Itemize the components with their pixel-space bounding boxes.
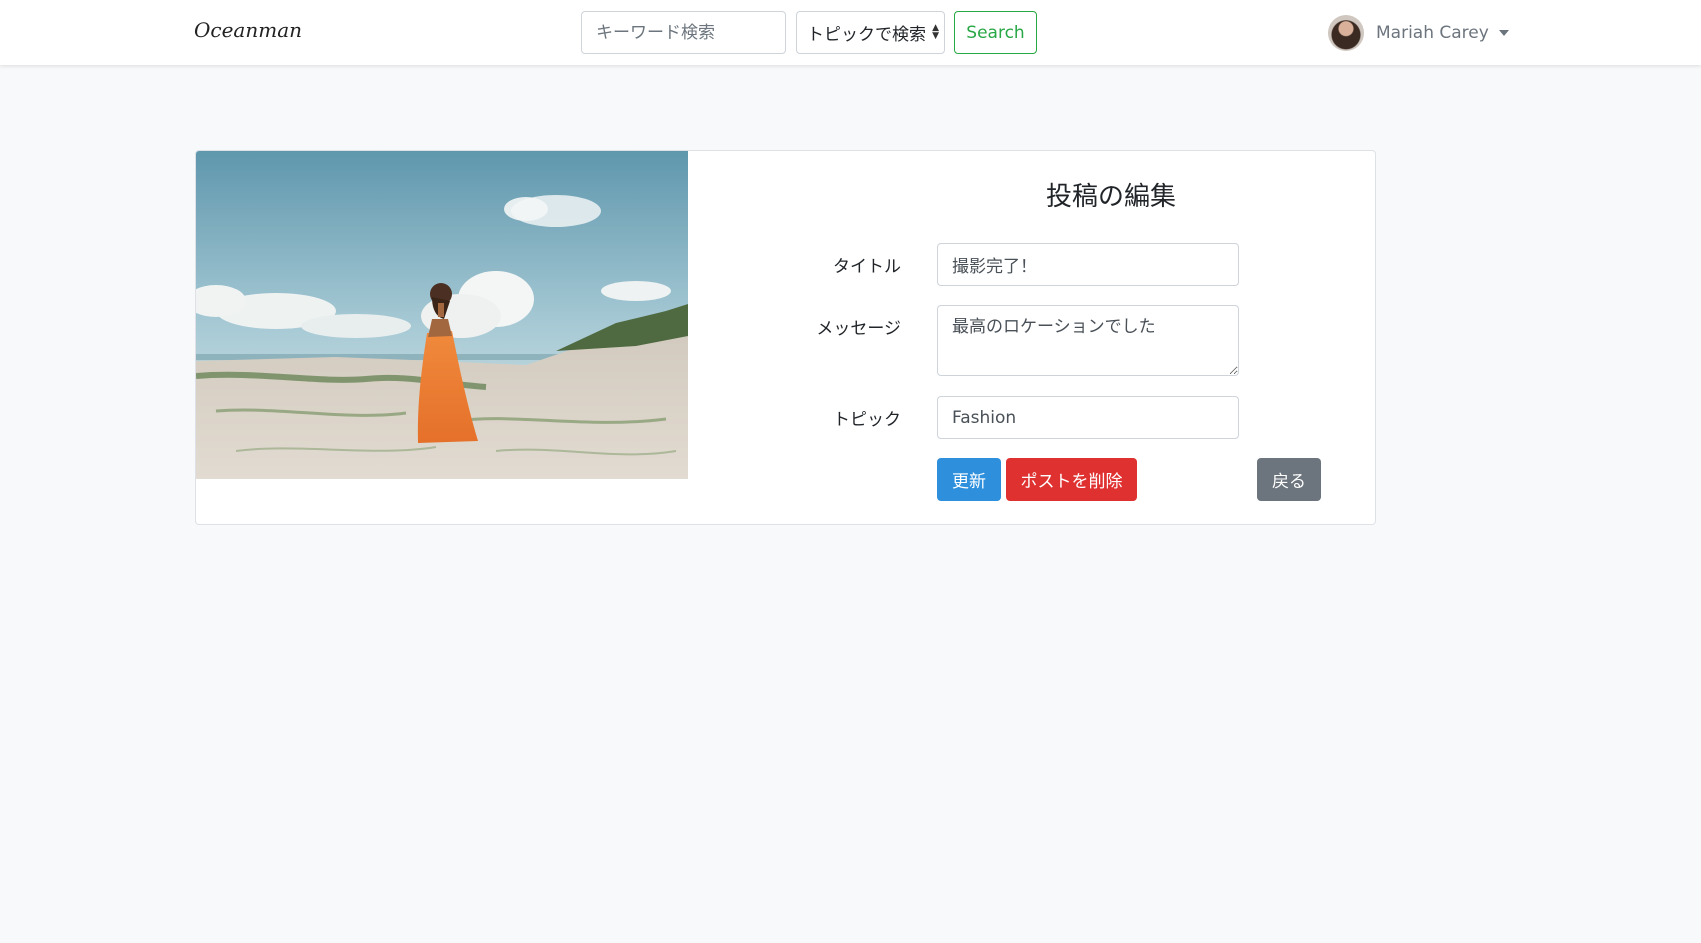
post-image xyxy=(196,151,688,479)
title-input[interactable] xyxy=(937,243,1239,286)
select-arrows-icon: ▲ ▼ xyxy=(932,23,939,41)
search-button[interactable]: Search xyxy=(954,11,1037,54)
edit-post-card: 投稿の編集 タイトル メッセージ 最高のロケーションでした トピック 更新 ポス… xyxy=(195,150,1376,525)
brand-logo[interactable]: Oceanman xyxy=(194,18,302,42)
message-label: メッセージ xyxy=(816,319,901,339)
update-button[interactable]: 更新 xyxy=(937,458,1001,501)
topic-select-value: トピックで検索 xyxy=(807,25,926,45)
user-name: Mariah Carey xyxy=(1376,23,1489,43)
topic-input[interactable] xyxy=(937,396,1239,439)
navbar: Oceanman トピックで検索 ▲▼ Search Mariah Carey xyxy=(0,0,1701,65)
title-label: タイトル xyxy=(833,257,901,277)
back-button[interactable]: 戻る xyxy=(1257,458,1321,501)
message-textarea[interactable]: 最高のロケーションでした xyxy=(937,305,1239,376)
keyword-search-input[interactable] xyxy=(581,11,786,54)
chevron-down-icon xyxy=(1498,30,1509,36)
topic-label: トピック xyxy=(833,410,901,430)
topic-search-select[interactable]: トピックで検索 ▲ ▼ xyxy=(796,11,945,54)
page-title: 投稿の編集 xyxy=(1045,182,1176,212)
user-menu[interactable]: Mariah Carey xyxy=(1328,14,1509,52)
avatar xyxy=(1328,15,1364,51)
delete-post-button[interactable]: ポストを削除 xyxy=(1006,458,1137,501)
